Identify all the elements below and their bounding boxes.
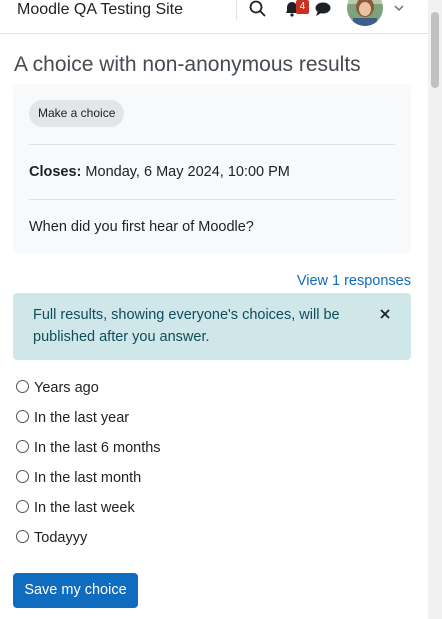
radio-button[interactable] xyxy=(16,410,29,423)
make-a-choice-pill: Make a choice xyxy=(29,100,125,127)
option-label[interactable]: In the last year xyxy=(34,408,129,428)
close-icon[interactable] xyxy=(377,306,393,322)
radio-button[interactable] xyxy=(16,380,29,393)
closes-date: Closes: Monday, 6 May 2024, 10:00 PM xyxy=(29,162,290,182)
chevron-down-icon[interactable] xyxy=(393,2,405,14)
scrollbar-thumb[interactable] xyxy=(431,12,439,88)
scrollbar-track[interactable] xyxy=(428,0,442,619)
divider xyxy=(29,199,395,200)
nav-divider xyxy=(236,0,237,20)
option-label[interactable]: In the last month xyxy=(34,468,141,488)
results-info-alert: Full results, showing everyone's choices… xyxy=(13,293,411,360)
top-navbar: Moodle QA Testing Site 4 xyxy=(0,0,428,34)
chat-icon[interactable] xyxy=(313,0,333,20)
option-label[interactable]: In the last week xyxy=(34,498,135,518)
radio-button[interactable] xyxy=(16,530,29,543)
radio-button[interactable] xyxy=(16,500,29,513)
alert-message: Full results, showing everyone's choices… xyxy=(33,307,340,345)
page-title: A choice with non-anonymous results xyxy=(14,53,361,76)
site-name[interactable]: Moodle QA Testing Site xyxy=(17,0,183,20)
radio-button[interactable] xyxy=(16,440,29,453)
save-choice-button[interactable]: Save my choice xyxy=(13,573,138,608)
radio-button[interactable] xyxy=(16,470,29,483)
divider xyxy=(29,144,395,145)
option-label[interactable]: In the last 6 months xyxy=(34,438,161,458)
user-avatar[interactable] xyxy=(347,0,383,26)
option-label[interactable]: Years ago xyxy=(34,378,99,398)
notification-count-badge: 4 xyxy=(296,0,309,14)
view-responses-link[interactable]: View 1 responses xyxy=(297,271,411,291)
closes-label: Closes: xyxy=(29,164,82,180)
closes-value: Monday, 6 May 2024, 10:00 PM xyxy=(85,164,290,180)
search-icon[interactable] xyxy=(248,0,268,20)
choice-question: When did you first hear of Moodle? xyxy=(29,219,254,235)
activity-info-card: Make a choice Closes: Monday, 6 May 2024… xyxy=(13,84,411,253)
option-label[interactable]: Todayyy xyxy=(34,528,87,548)
